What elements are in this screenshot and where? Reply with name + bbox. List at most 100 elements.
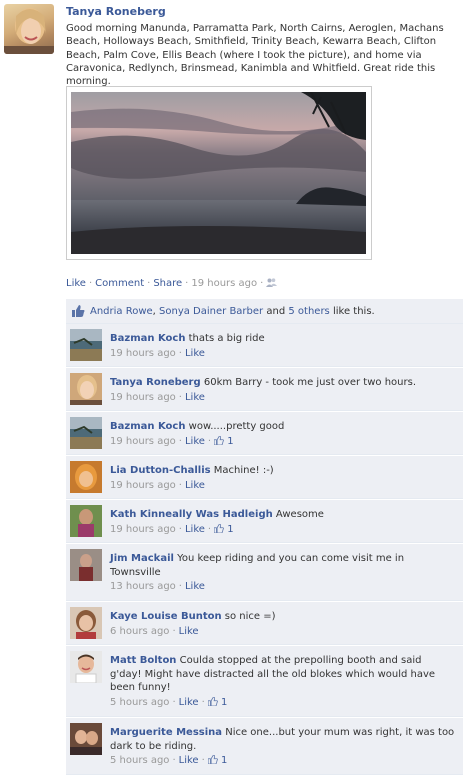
comment-time[interactable]: 6 hours ago (110, 626, 169, 637)
comment-item: Lia Dutton-Challis Machine! :-) 19 hours… (66, 456, 463, 499)
comment-time[interactable]: 5 hours ago (110, 697, 169, 708)
comment-meta: 19 hours ago · Like (110, 391, 205, 403)
thumbs-up-icon (214, 523, 224, 533)
comment-time[interactable]: 13 hours ago (110, 581, 176, 592)
post-timestamp[interactable]: 19 hours ago (191, 278, 257, 289)
comment-body: Kath Kinneally Was Hadleigh Awesome 19 h… (110, 508, 456, 536)
comment-meta: 19 hours ago · Like (110, 347, 205, 359)
commenter-avatar[interactable] (70, 461, 102, 493)
commenter-name[interactable]: Matt Bolton (110, 655, 176, 666)
comment-like-link[interactable]: Like (179, 755, 199, 766)
commenter-name[interactable]: Lia Dutton-Challis (110, 465, 211, 476)
commenter-name[interactable]: Jim Mackail (110, 553, 174, 564)
post-message: Good morning Manunda, Parramatta Park, N… (66, 23, 444, 88)
comment-like-link[interactable]: Like (185, 480, 205, 491)
likes-joiner: and (266, 306, 286, 317)
friends-privacy-icon (266, 278, 278, 289)
comment-time[interactable]: 19 hours ago (110, 392, 176, 403)
liker-name-1[interactable]: Andria Rowe (90, 306, 153, 317)
comment-text: wow.....pretty good (188, 421, 285, 432)
post-photo-frame[interactable] (66, 86, 372, 260)
comment-like-link[interactable]: Like (179, 626, 199, 637)
comment-meta: 5 hours ago · Like · 1 (110, 696, 228, 708)
likes-summary: Andria Rowe, Sonya Dainer Barber and 5 o… (66, 299, 463, 324)
commenter-avatar[interactable] (70, 417, 102, 449)
comment-body: Jim Mackail You keep riding and you can … (110, 552, 456, 594)
likes-suffix: like this. (332, 306, 375, 317)
comment-item: Matt Bolton Coulda stopped at the prepol… (66, 646, 463, 717)
like-count-value: 1 (227, 435, 234, 447)
comment-item: Tanya Roneberg 60km Barry - took me just… (66, 368, 463, 411)
commenter-name[interactable]: Kath Kinneally Was Hadleigh (110, 509, 273, 520)
comment-time[interactable]: 5 hours ago (110, 755, 169, 766)
comment-meta: 19 hours ago · Like · 1 (110, 523, 234, 535)
comment-meta: 5 hours ago · Like · 1 (110, 755, 228, 766)
comment-like-count[interactable]: 1 (214, 435, 234, 447)
comment-like-count[interactable]: 1 (207, 696, 228, 708)
commenter-avatar[interactable] (70, 549, 102, 581)
comment-body: Lia Dutton-Challis Machine! :-) 19 hours… (110, 464, 456, 492)
commenter-name[interactable]: Marguerite Messina (110, 727, 222, 738)
comment-meta: 6 hours ago · Like (110, 625, 199, 637)
comment-item: Kath Kinneally Was Hadleigh Awesome 19 h… (66, 500, 463, 543)
comment-time[interactable]: 19 hours ago (110, 348, 176, 359)
like-count-value: 1 (220, 696, 228, 708)
comment-like-count[interactable]: 1 (214, 523, 234, 535)
commenter-name[interactable]: Kaye Louise Bunton (110, 611, 222, 622)
comment-text: thats a big ride (188, 333, 265, 344)
commenter-name[interactable]: Bazman Koch (110, 333, 185, 344)
comment-like-link[interactable]: Like (179, 697, 199, 708)
comment-time[interactable]: 19 hours ago (110, 524, 176, 535)
comment-like-link[interactable]: Like (185, 581, 205, 592)
share-link[interactable]: Share (153, 278, 182, 289)
comment-like-link[interactable]: Like (185, 436, 205, 447)
comment-item: Bazman Koch wow.....pretty good 19 hours… (66, 412, 463, 455)
comment-item: Bazman Koch thats a big ride 19 hours ag… (66, 324, 463, 367)
comment-body: Bazman Koch wow.....pretty good 19 hours… (110, 420, 456, 448)
beach-sunset-photo[interactable] (71, 92, 366, 254)
comment-meta: 19 hours ago · Like · 1 (110, 435, 234, 447)
comment-body: Tanya Roneberg 60km Barry - took me just… (110, 376, 456, 404)
comment-text: so nice =) (224, 611, 276, 622)
comment-text: Machine! :-) (213, 465, 274, 476)
comment-item: Marguerite Messina Nice one...but your m… (66, 718, 463, 775)
post-actions: Like · Comment · Share · 19 hours ago · (66, 278, 278, 289)
comment-text: Awesome (275, 509, 324, 520)
commenter-avatar[interactable] (70, 723, 102, 755)
comment-time[interactable]: 19 hours ago (110, 480, 176, 491)
post: Tanya Roneberg Good morning Manunda, Par… (0, 0, 469, 290)
like-count-value: 1 (220, 755, 228, 766)
comment-link[interactable]: Comment (95, 278, 144, 289)
liker-name-2[interactable]: Sonya Dainer Barber (159, 306, 263, 317)
like-link[interactable]: Like (66, 278, 86, 289)
comment-meta: 19 hours ago · Like (110, 479, 205, 491)
comment-like-link[interactable]: Like (185, 392, 205, 403)
commenter-avatar[interactable] (70, 651, 102, 684)
comment-time[interactable]: 19 hours ago (110, 436, 176, 447)
author-avatar[interactable] (4, 4, 54, 54)
comments-list: Bazman Koch thats a big ride 19 hours ag… (66, 324, 463, 776)
thumbs-up-icon (214, 435, 224, 445)
like-count-value: 1 (227, 523, 234, 535)
likes-text: Andria Rowe, Sonya Dainer Barber and 5 o… (90, 306, 375, 317)
comment-like-count[interactable]: 1 (207, 755, 228, 766)
likes-others-link[interactable]: 5 others (288, 306, 329, 317)
comment-body: Marguerite Messina Nice one...but your m… (110, 726, 456, 768)
commenter-name[interactable]: Bazman Koch (110, 421, 185, 432)
comment-like-link[interactable]: Like (185, 348, 205, 359)
thumbs-up-icon (207, 696, 218, 706)
comment-text: 60km Barry - took me just over two hours… (203, 377, 416, 388)
comment-meta: 13 hours ago · Like (110, 581, 205, 592)
thumbs-up-icon (72, 305, 85, 320)
comment-item: Jim Mackail You keep riding and you can … (66, 544, 463, 601)
comment-like-link[interactable]: Like (185, 524, 205, 535)
thumbs-up-icon (207, 755, 218, 764)
commenter-avatar[interactable] (70, 607, 102, 639)
commenter-avatar[interactable] (70, 373, 102, 405)
comment-body: Bazman Koch thats a big ride 19 hours ag… (110, 332, 456, 360)
post-author-name[interactable]: Tanya Roneberg (66, 5, 166, 18)
commenter-name[interactable]: Tanya Roneberg (110, 377, 201, 388)
commenter-avatar[interactable] (70, 329, 102, 361)
commenter-avatar[interactable] (70, 505, 102, 537)
comment-item: Kaye Louise Bunton so nice =) 6 hours ag… (66, 602, 463, 645)
